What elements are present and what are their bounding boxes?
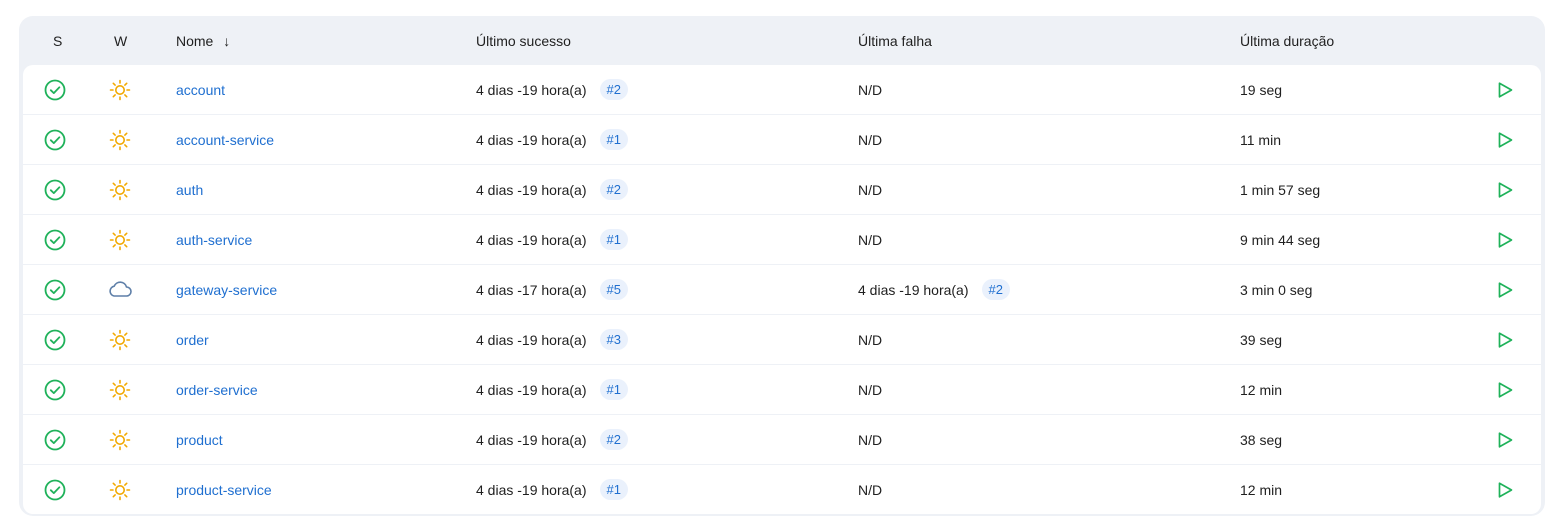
success-check-icon xyxy=(41,265,69,314)
last-duration: 9 min 44 seg xyxy=(1240,231,1321,248)
sun-icon xyxy=(105,215,135,264)
last-failure-build-link[interactable]: #2 xyxy=(981,279,1010,300)
table-row: auth 4 dias -19 hora(a) #2 N/D 1 min 57 … xyxy=(23,165,1541,214)
last-success-time: 4 dias -19 hora(a) xyxy=(476,131,587,148)
jobs-table: S W Nome ↓ Último sucesso Última falha Ú… xyxy=(19,16,1545,516)
success-check-icon xyxy=(41,165,69,214)
table-row: product 4 dias -19 hora(a) #2 N/D 38 seg xyxy=(23,415,1541,464)
sun-icon xyxy=(105,415,135,464)
last-success-build-link[interactable]: #1 xyxy=(599,379,628,400)
last-failure-time: N/D xyxy=(858,181,883,198)
last-failure-time: 4 dias -19 hora(a) xyxy=(858,281,969,298)
play-icon[interactable] xyxy=(1493,465,1517,514)
job-name-link[interactable]: auth xyxy=(176,182,203,198)
job-name-link[interactable]: product-service xyxy=(176,482,272,498)
job-name-link[interactable]: auth-service xyxy=(176,232,252,248)
job-name-link[interactable]: account-service xyxy=(176,132,274,148)
play-icon[interactable] xyxy=(1493,365,1517,414)
table-row: auth-service 4 dias -19 hora(a) #1 N/D 9… xyxy=(23,215,1541,264)
success-check-icon xyxy=(41,365,69,414)
last-success-build-link[interactable]: #1 xyxy=(599,229,628,250)
play-icon[interactable] xyxy=(1493,315,1517,364)
last-success-time: 4 dias -19 hora(a) xyxy=(476,231,587,248)
success-check-icon xyxy=(41,315,69,364)
table-row: account-service 4 dias -19 hora(a) #1 N/… xyxy=(23,115,1541,164)
last-failure-time: N/D xyxy=(858,381,883,398)
success-check-icon xyxy=(41,115,69,164)
last-success-build-link[interactable]: #2 xyxy=(599,79,628,100)
success-check-icon xyxy=(41,465,69,514)
last-success-time: 4 dias -17 hora(a) xyxy=(476,281,587,298)
last-success-build-link[interactable]: #1 xyxy=(599,479,628,500)
play-icon[interactable] xyxy=(1493,265,1517,314)
success-check-icon xyxy=(41,65,69,114)
last-failure-time: N/D xyxy=(858,81,883,98)
column-weather-header[interactable]: W xyxy=(114,33,127,49)
table-row: account 4 dias -19 hora(a) #2 N/D 19 seg xyxy=(23,65,1541,114)
last-success-time: 4 dias -19 hora(a) xyxy=(476,81,587,98)
job-name-link[interactable]: gateway-service xyxy=(176,282,277,298)
play-icon[interactable] xyxy=(1493,115,1517,164)
last-duration: 1 min 57 seg xyxy=(1240,181,1321,198)
last-success-time: 4 dias -19 hora(a) xyxy=(476,181,587,198)
job-name-link[interactable]: account xyxy=(176,82,225,98)
column-last-success-header[interactable]: Último sucesso xyxy=(476,33,571,49)
cloud-icon xyxy=(105,265,135,314)
table-row: order-service 4 dias -19 hora(a) #1 N/D … xyxy=(23,365,1541,414)
last-success-build-link[interactable]: #3 xyxy=(599,329,628,350)
success-check-icon xyxy=(41,215,69,264)
column-last-failure-header[interactable]: Última falha xyxy=(858,33,932,49)
last-failure-time: N/D xyxy=(858,481,883,498)
last-success-time: 4 dias -19 hora(a) xyxy=(476,481,587,498)
last-success-build-link[interactable]: #2 xyxy=(599,429,628,450)
sun-icon xyxy=(105,65,135,114)
last-failure-time: N/D xyxy=(858,231,883,248)
last-success-time: 4 dias -19 hora(a) xyxy=(476,331,587,348)
last-duration: 12 min xyxy=(1240,381,1283,398)
sun-icon xyxy=(105,115,135,164)
table-row: product-service 4 dias -19 hora(a) #1 N/… xyxy=(23,465,1541,514)
success-check-icon xyxy=(41,415,69,464)
table-row: gateway-service 4 dias -17 hora(a) #5 4 … xyxy=(23,265,1541,314)
last-duration: 3 min 0 seg xyxy=(1240,281,1313,298)
sun-icon xyxy=(105,165,135,214)
sun-icon xyxy=(105,315,135,364)
sort-desc-icon: ↓ xyxy=(223,33,231,49)
last-success-time: 4 dias -19 hora(a) xyxy=(476,381,587,398)
last-success-build-link[interactable]: #2 xyxy=(599,179,628,200)
last-success-time: 4 dias -19 hora(a) xyxy=(476,431,587,448)
table-header: S W Nome ↓ Último sucesso Última falha Ú… xyxy=(23,16,1541,65)
column-last-duration-header[interactable]: Última duração xyxy=(1240,33,1334,49)
job-name-link[interactable]: order-service xyxy=(176,382,258,398)
job-name-link[interactable]: order xyxy=(176,332,209,348)
last-duration: 39 seg xyxy=(1240,331,1283,348)
last-duration: 12 min xyxy=(1240,481,1283,498)
last-failure-time: N/D xyxy=(858,331,883,348)
job-name-link[interactable]: product xyxy=(176,432,223,448)
last-duration: 11 min xyxy=(1240,131,1281,148)
play-icon[interactable] xyxy=(1493,215,1517,264)
column-status-header[interactable]: S xyxy=(53,33,62,49)
sun-icon xyxy=(105,365,135,414)
last-duration: 38 seg xyxy=(1240,431,1283,448)
last-duration: 19 seg xyxy=(1240,81,1283,98)
table-row: order 4 dias -19 hora(a) #3 N/D 39 seg xyxy=(23,315,1541,364)
last-failure-time: N/D xyxy=(858,131,883,148)
last-failure-time: N/D xyxy=(858,431,883,448)
play-icon[interactable] xyxy=(1493,65,1517,114)
column-name-header[interactable]: Nome ↓ xyxy=(176,33,230,49)
last-success-build-link[interactable]: #5 xyxy=(599,279,628,300)
last-success-build-link[interactable]: #1 xyxy=(599,129,628,150)
table-body: account 4 dias -19 hora(a) #2 N/D 19 seg… xyxy=(23,65,1541,514)
sun-icon xyxy=(105,465,135,514)
column-name-label: Nome xyxy=(176,33,214,49)
play-icon[interactable] xyxy=(1493,165,1517,214)
play-icon[interactable] xyxy=(1493,415,1517,464)
